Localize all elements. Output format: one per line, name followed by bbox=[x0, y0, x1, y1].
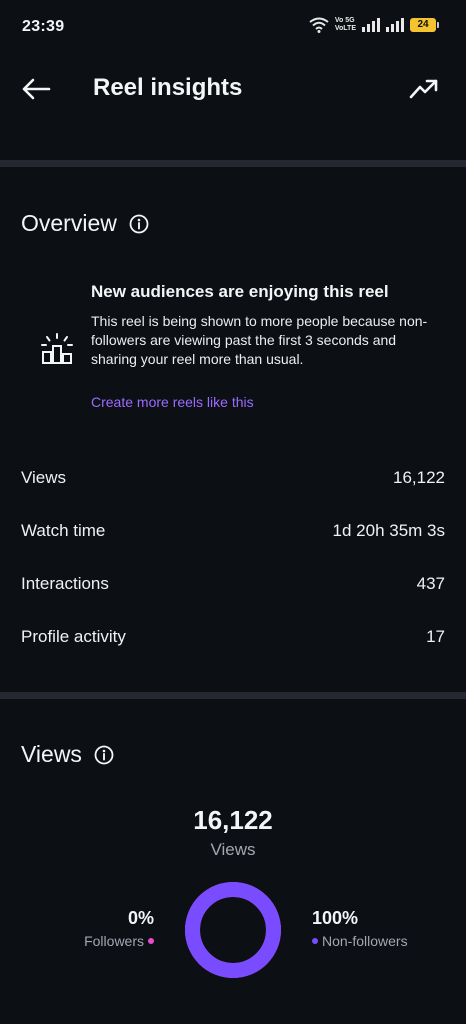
wifi-icon bbox=[309, 17, 329, 33]
status-time: 23:39 bbox=[22, 18, 65, 35]
metric-row-views[interactable]: Views 16,122 bbox=[21, 468, 445, 488]
header: Reel insights bbox=[0, 62, 466, 116]
trending-up-icon[interactable] bbox=[408, 74, 440, 104]
status-icons: Vo 5G VoLTE 24 bbox=[309, 17, 439, 33]
metric-value: 17 bbox=[426, 627, 445, 646]
podium-icon bbox=[41, 333, 73, 364]
insight-title: New audiences are enjoying this reel bbox=[91, 282, 389, 301]
metric-label: Watch time bbox=[21, 521, 106, 540]
metric-value: 1d 20h 35m 3s bbox=[332, 521, 445, 540]
non-followers-label: Non-followers bbox=[322, 933, 408, 949]
info-icon[interactable] bbox=[129, 214, 149, 234]
followers-percent: 0% bbox=[127, 908, 154, 928]
overview-title: Overview bbox=[21, 210, 117, 236]
metric-label: Views bbox=[21, 468, 67, 487]
insight-card: New audiences are enjoying this reel Thi… bbox=[40, 282, 440, 422]
battery-icon: 24 bbox=[410, 18, 439, 32]
views-donut-chart bbox=[185, 882, 281, 978]
create-more-reels-link[interactable]: Create more reels like this bbox=[91, 394, 254, 410]
followers-label: Followers bbox=[84, 933, 144, 949]
signal-icon-2 bbox=[386, 18, 404, 32]
metric-label: Profile activity bbox=[21, 627, 126, 646]
metric-label: Interactions bbox=[21, 574, 109, 593]
donut-non-followers-arc bbox=[185, 882, 281, 978]
views-heading: Views bbox=[21, 741, 114, 768]
insight-description: This reel is being shown to more people … bbox=[91, 313, 428, 367]
followers-dot bbox=[148, 938, 154, 944]
section-divider bbox=[0, 160, 466, 167]
section-divider bbox=[0, 692, 466, 699]
followers-stat: 0% Followers bbox=[84, 908, 154, 949]
views-title: Views bbox=[21, 741, 82, 767]
overview-heading: Overview bbox=[21, 210, 149, 237]
metric-row-interactions[interactable]: Interactions 437 bbox=[21, 574, 445, 594]
non-followers-percent: 100% bbox=[312, 908, 359, 928]
non-followers-dot bbox=[312, 938, 318, 944]
network-type: Vo 5G VoLTE bbox=[334, 17, 356, 32]
metric-row-watch-time[interactable]: Watch time 1d 20h 35m 3s bbox=[21, 521, 445, 541]
metric-value: 16,122 bbox=[393, 468, 445, 487]
metric-row-profile-activity[interactable]: Profile activity 17 bbox=[21, 627, 445, 647]
views-total: 16,122 bbox=[193, 805, 273, 835]
info-icon[interactable] bbox=[94, 745, 114, 765]
back-arrow-icon[interactable] bbox=[20, 74, 52, 104]
non-followers-stat: 100% Non-followers bbox=[312, 908, 408, 949]
signal-icon bbox=[362, 18, 380, 32]
metric-value: 437 bbox=[416, 574, 445, 593]
status-bar: 23:39 Vo 5G VoLTE 24 bbox=[0, 0, 466, 56]
page-title: Reel insights bbox=[93, 74, 243, 101]
views-total-label: Views bbox=[210, 840, 256, 859]
